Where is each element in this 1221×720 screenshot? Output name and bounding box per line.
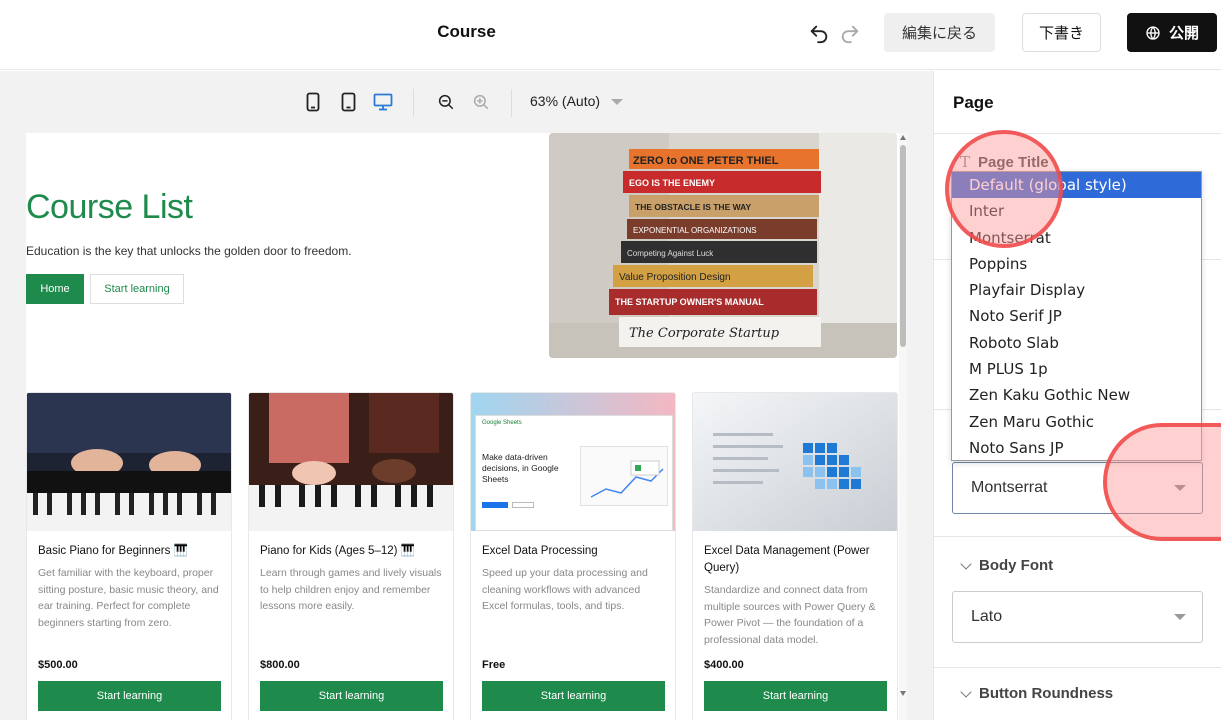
toolbar-divider [511,89,512,117]
book-title: THE OBSTACLE IS THE WAY [635,202,752,212]
course-title: Excel Data Management (Power Query) [704,545,870,574]
font-option[interactable]: Playfair Display [952,277,1201,303]
book-title: Value Proposition Design [619,272,731,283]
book-title: THE STARTUP OWNER'S MANUAL [615,297,764,307]
zoom-toolbar: 63% (Auto) [0,71,933,133]
page-preview: Course List Education is the key that un… [26,133,907,720]
course-image-piano [27,393,231,531]
home-button[interactable]: Home [26,274,84,304]
font-option[interactable]: M PLUS 1p [952,356,1201,382]
hero-subtitle[interactable]: Education is the key that unlocks the go… [26,244,352,258]
font-option[interactable]: Poppins [952,251,1201,277]
zoom-out-icon[interactable] [435,91,457,113]
course-description: Learn through games and lively visuals t… [260,567,442,612]
course-image-power-query [693,393,897,531]
top-bar: Course 編集に戻る 下書き 公開 [0,0,1221,70]
publish-label: 公開 [1168,24,1199,42]
chevron-down-icon[interactable] [960,686,972,698]
book-title: EGO IS THE ENEMY [629,178,715,188]
course-start-button[interactable]: Start learning [482,681,665,711]
back-to-edit-button[interactable]: 編集に戻る [884,13,995,52]
font-option[interactable]: Zen Kaku Gothic New [952,382,1201,408]
course-price: Free [482,659,506,671]
panel-divider [934,667,1221,668]
toolbar-divider [413,89,414,117]
chevron-down-icon[interactable] [611,99,623,105]
course-card[interactable]: Google Sheets Make data-driven decisions… [470,392,676,720]
editor-canvas: 63% (Auto) Course List Education is the … [0,71,933,720]
preview-scrollbar-thumb[interactable] [900,145,906,347]
course-description: Speed up your data processing and cleani… [482,567,648,612]
course-card[interactable]: Basic Piano for Beginners 🎹 Get familiar… [26,392,232,720]
course-start-button[interactable]: Start learning [704,681,887,711]
draft-button[interactable]: 下書き [1022,13,1101,52]
start-learning-button[interactable]: Start learning [90,274,184,304]
font-option[interactable]: Noto Serif JP [952,303,1201,329]
panel-title: Page [953,93,994,112]
zoom-level-select[interactable]: 63% (Auto) [530,93,600,109]
course-description: Standardize and connect data from multip… [704,584,876,646]
scroll-up-arrow-icon[interactable] [900,135,906,140]
page-title-font-value: Montserrat [971,479,1048,496]
course-description: Get familiar with the keyboard, proper s… [38,567,219,629]
body-font-label[interactable]: Body Font [979,557,1053,574]
annotation-circle [1103,423,1221,541]
sheets-headline: Make data-driven decisions, in Google Sh… [482,452,559,484]
desktop-view-icon[interactable] [372,91,394,113]
course-price: $500.00 [38,659,78,671]
sheets-brand: Google Sheets [482,420,522,426]
page-title: Course [437,22,496,41]
book-title: ZERO to ONE PETER THIEL [633,155,779,167]
course-title: Basic Piano for Beginners 🎹 [38,545,188,557]
book-title: Competing Against Luck [627,249,714,258]
book-title: The Corporate Startup [629,326,780,341]
course-price: $400.00 [704,659,744,671]
course-title: Excel Data Processing [482,545,598,557]
sheets-secondary-button [512,502,534,508]
hero-title[interactable]: Course List [26,188,193,227]
chevron-down-icon [1174,614,1186,620]
font-option[interactable]: Roboto Slab [952,330,1201,356]
course-card[interactable]: Excel Data Management (Power Query) Stan… [692,392,898,720]
tablet-view-icon[interactable] [337,91,359,113]
chevron-down-icon[interactable] [960,558,972,570]
course-card[interactable]: Piano for Kids (Ages 5–12) 🎹 Learn throu… [248,392,454,720]
annotation-circle [945,130,1063,248]
course-start-button[interactable]: Start learning [38,681,221,711]
undo-icon[interactable] [806,20,832,46]
panel-divider [934,133,1221,134]
hero-books-image[interactable]: ZERO to ONE PETER THIEL EGO IS THE ENEMY… [549,133,897,358]
redo-icon[interactable] [837,20,863,46]
course-image-kids-piano [249,393,453,531]
sheets-cta-button [482,502,508,508]
book-title: EXPONENTIAL ORGANIZATIONS [633,226,757,235]
body-font-value: Lato [971,608,1003,625]
globe-icon [1146,25,1160,40]
button-roundness-label[interactable]: Button Roundness [979,685,1113,702]
scroll-down-arrow-icon[interactable] [900,691,906,696]
course-image-google-sheets: Google Sheets Make data-driven decisions… [471,393,675,531]
publish-button[interactable]: 公開 [1127,13,1217,52]
zoom-in-icon[interactable] [470,91,492,113]
course-price: $800.00 [260,659,300,671]
sheets-mockup [580,446,668,506]
course-title: Piano for Kids (Ages 5–12) 🎹 [260,545,415,557]
mobile-view-icon[interactable] [302,91,324,113]
body-font-select[interactable]: Lato [952,591,1203,643]
course-start-button[interactable]: Start learning [260,681,443,711]
